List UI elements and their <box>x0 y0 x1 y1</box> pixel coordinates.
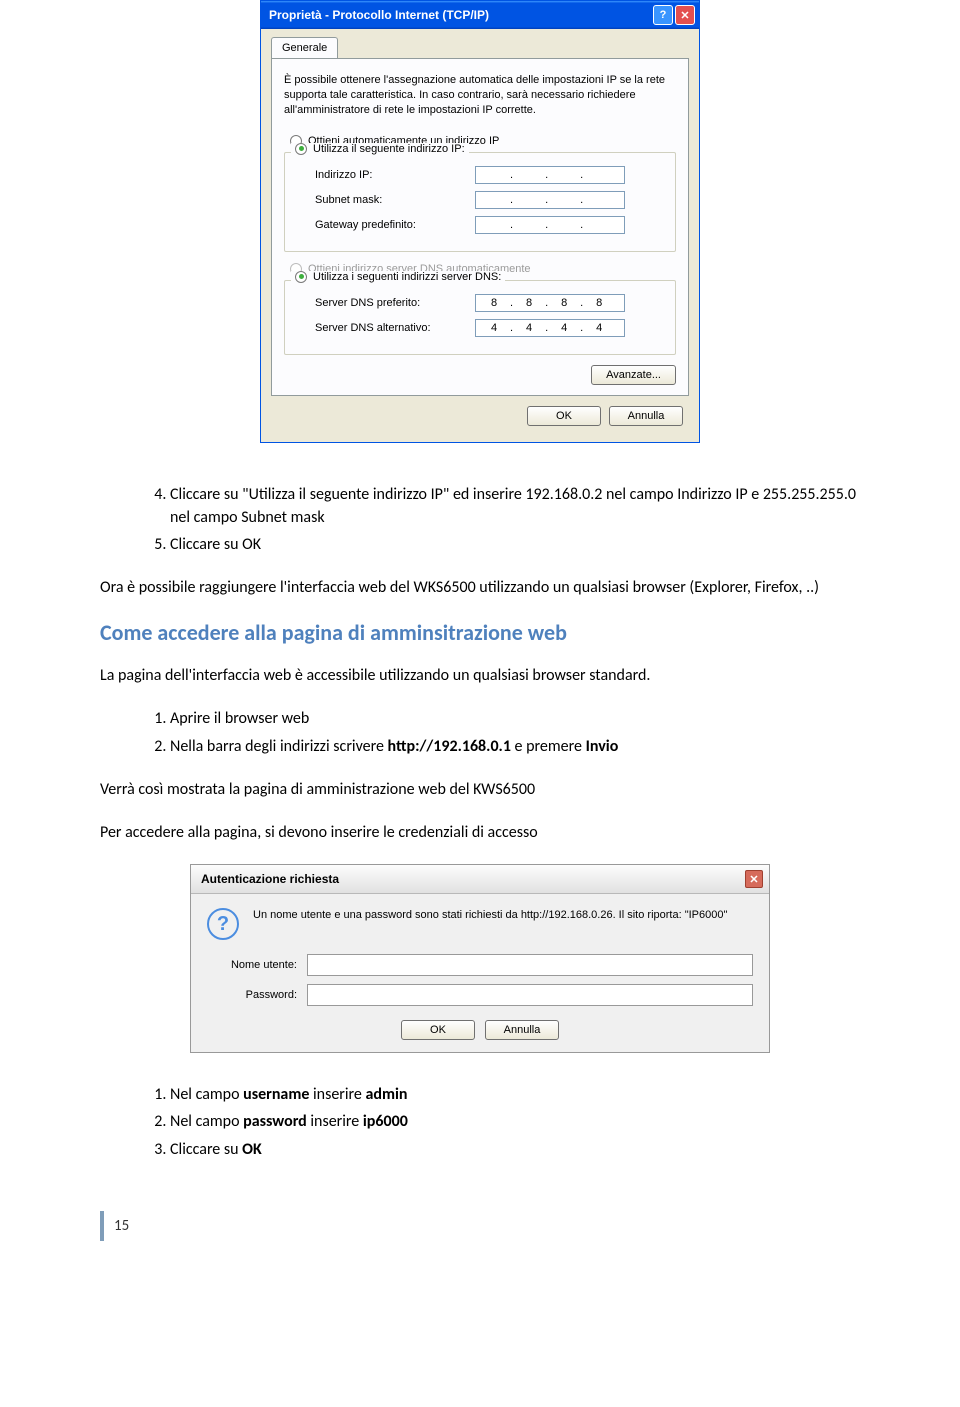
dns-groupbox: Utilizza i seguenti indirizzi server DNS… <box>284 280 676 355</box>
cancel-button[interactable]: Annulla <box>485 1020 559 1040</box>
radio-manual-ip[interactable]: Utilizza il seguente indirizzo IP: <box>291 143 469 155</box>
auth-title: Autenticazione richiesta <box>201 872 745 886</box>
username-input[interactable] <box>307 954 753 976</box>
label-dns-preferred: Server DNS preferito: <box>315 297 465 309</box>
step-password: Nel campo password inserire ip6000 <box>170 1110 860 1133</box>
paragraph-after-steps: Ora è possibile raggiungere l'interfacci… <box>100 576 860 599</box>
label-password: Password: <box>207 989 297 1001</box>
password-input[interactable] <box>307 984 753 1006</box>
ip-groupbox: Utilizza il seguente indirizzo IP: Indir… <box>284 152 676 252</box>
label-dns-alternate: Server DNS alternativo: <box>315 322 465 334</box>
dialog-description: È possibile ottenere l'assegnazione auto… <box>284 73 676 118</box>
radio-label: Utilizza il seguente indirizzo IP: <box>313 143 465 155</box>
label-subnet: Subnet mask: <box>315 194 465 206</box>
auth-dialog: Autenticazione richiesta ✕ ? Un nome ute… <box>190 864 770 1053</box>
paragraph-credentials: Per accedere alla pagina, si devono inse… <box>100 821 860 844</box>
radio-icon-selected <box>295 271 307 283</box>
dns-preferred-input[interactable]: 8. 8. 8. 8 <box>475 294 625 312</box>
step-enter-url: Nella barra degli indirizzi scrivere htt… <box>170 735 860 758</box>
label-username: Nome utente: <box>207 959 297 971</box>
dns-alternate-input[interactable]: 4. 4. 4. 4 <box>475 319 625 337</box>
radio-icon-selected <box>295 143 307 155</box>
ok-button[interactable]: OK <box>527 406 601 426</box>
tab-general[interactable]: Generale <box>271 37 338 58</box>
help-button[interactable]: ? <box>653 5 673 25</box>
label-gateway: Gateway predefinito: <box>315 219 465 231</box>
auth-message: Un nome utente e una password sono stati… <box>253 908 753 940</box>
instruction-list-2: Aprire il browser web Nella barra degli … <box>100 707 860 757</box>
step-username: Nel campo username inserire admin <box>170 1083 860 1106</box>
paragraph-result: Verrà così mostrata la pagina di amminis… <box>100 778 860 801</box>
step-open-browser: Aprire il browser web <box>170 707 860 730</box>
dialog-titlebar: Proprietà - Protocollo Internet (TCP/IP)… <box>261 1 699 29</box>
instruction-list-1: Cliccare su "Utilizza il seguente indiri… <box>100 483 860 557</box>
question-icon: ? <box>207 908 239 940</box>
close-button[interactable]: ✕ <box>745 870 763 888</box>
step-click-ok: Cliccare su OK <box>170 1138 860 1161</box>
advanced-button[interactable]: Avanzate... <box>591 365 676 385</box>
radio-manual-dns[interactable]: Utilizza i seguenti indirizzi server DNS… <box>291 271 505 283</box>
ip-address-input[interactable]: . . . <box>475 166 625 184</box>
step-4: Cliccare su "Utilizza il seguente indiri… <box>170 483 860 529</box>
page-number: 15 <box>100 1211 160 1241</box>
ok-button[interactable]: OK <box>401 1020 475 1040</box>
instruction-list-3: Nel campo username inserire admin Nel ca… <box>100 1083 860 1161</box>
dialog-title: Proprietà - Protocollo Internet (TCP/IP) <box>269 8 653 22</box>
close-button[interactable]: ✕ <box>675 5 695 25</box>
gateway-input[interactable]: . . . <box>475 216 625 234</box>
auth-titlebar: Autenticazione richiesta ✕ <box>191 865 769 894</box>
tcpip-properties-dialog: Proprietà - Protocollo Internet (TCP/IP)… <box>260 0 700 443</box>
subnet-mask-input[interactable]: . . . <box>475 191 625 209</box>
paragraph-intro: La pagina dell'interfaccia web è accessi… <box>100 664 860 687</box>
radio-label: Utilizza i seguenti indirizzi server DNS… <box>313 271 501 283</box>
step-5: Cliccare su OK <box>170 533 860 556</box>
label-ip: Indirizzo IP: <box>315 169 465 181</box>
section-heading: Come accedere alla pagina di amminsitraz… <box>100 619 860 646</box>
cancel-button[interactable]: Annulla <box>609 406 683 426</box>
